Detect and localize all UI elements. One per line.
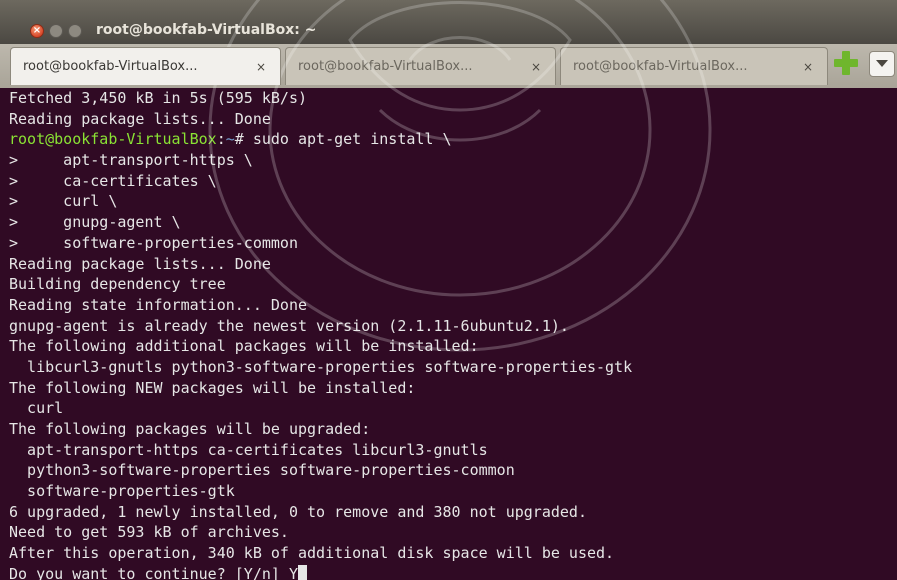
tab-close-icon[interactable]: × — [256, 48, 266, 85]
terminal-line: gnupg-agent is already the newest versio… — [9, 316, 569, 335]
tab-terminal-2[interactable]: root@bookfab-VirtualBox... × — [285, 47, 556, 85]
tab-close-icon[interactable]: × — [531, 48, 541, 85]
terminal-line: apt-transport-https ca-certificates libc… — [9, 440, 488, 459]
chevron-down-icon — [876, 60, 888, 67]
continue-prompt: Do you want to continue? [Y/n] Y — [9, 564, 298, 580]
prompt-command: sudo apt-get install \ — [243, 130, 452, 149]
terminal-line: The following additional packages will b… — [9, 337, 479, 356]
plus-icon-stem — [842, 51, 850, 75]
terminal-line: libcurl3-gnutls python3-software-propert… — [9, 357, 633, 376]
terminal-line: > ca-certificates \ — [9, 171, 217, 190]
tab-label: root@bookfab-VirtualBox... — [573, 59, 748, 74]
terminal-line: Need to get 593 kB of archives. — [9, 523, 289, 542]
terminal-line: Fetched 3,450 kB in 5s (595 kB/s) — [9, 89, 308, 107]
terminal-line: 6 upgraded, 1 newly installed, 0 to remo… — [9, 502, 587, 521]
terminal-line: > apt-transport-https \ — [9, 151, 253, 170]
terminal-line: python3-software-properties software-pro… — [9, 461, 515, 480]
terminal-line: The following packages will be upgraded: — [9, 420, 371, 438]
prompt-symbol: # — [234, 130, 244, 149]
close-icon: × — [32, 25, 42, 36]
terminal-line: curl — [9, 399, 64, 418]
window-title: root@bookfab-VirtualBox: ~ — [96, 22, 317, 38]
prompt-separator: : — [216, 130, 226, 149]
window-close-button[interactable]: × — [30, 24, 44, 38]
new-tab-button[interactable] — [834, 50, 858, 76]
terminal-line: Building dependency tree — [9, 275, 226, 294]
terminal-line: > gnupg-agent \ — [9, 213, 181, 232]
tab-label: root@bookfab-VirtualBox... — [298, 59, 473, 74]
terminal-line: > curl \ — [9, 192, 118, 211]
terminal-view[interactable]: Fetched 3,450 kB in 5s (595 kB/s) Readin… — [0, 88, 897, 580]
terminal-line: Reading state information... Done — [9, 295, 308, 314]
window-maximize-button[interactable] — [68, 24, 82, 38]
window-minimize-button[interactable] — [49, 24, 63, 38]
tab-terminal-1[interactable]: root@bookfab-VirtualBox... × — [10, 47, 281, 85]
prompt-path: ~ — [225, 130, 235, 149]
terminal-line: Reading package lists... Done — [9, 254, 271, 273]
tab-bar: root@bookfab-VirtualBox... × root@bookfa… — [0, 44, 897, 88]
window-titlebar[interactable]: × root@bookfab-VirtualBox: ~ — [0, 0, 897, 44]
tab-label: root@bookfab-VirtualBox... — [23, 59, 198, 74]
terminal-line: > software-properties-common — [9, 233, 298, 252]
tab-terminal-3[interactable]: root@bookfab-VirtualBox... × — [560, 47, 828, 85]
text-cursor — [297, 564, 307, 580]
terminal-line: software-properties-gtk — [9, 482, 235, 501]
tabs-menu-button[interactable] — [869, 51, 895, 77]
tab-close-icon[interactable]: × — [803, 48, 813, 85]
terminal-input-line[interactable]: Do you want to continue? [Y/n] Y — [9, 564, 897, 580]
prompt-user-host: root@bookfab-VirtualBox — [9, 130, 217, 149]
terminal-prompt-line: root@bookfab-VirtualBox:~# sudo apt-get … — [9, 129, 897, 150]
terminal-line: The following NEW packages will be insta… — [9, 378, 416, 397]
terminal-line: After this operation, 340 kB of addition… — [9, 544, 615, 563]
terminal-line: Reading package lists... Done — [9, 109, 271, 128]
